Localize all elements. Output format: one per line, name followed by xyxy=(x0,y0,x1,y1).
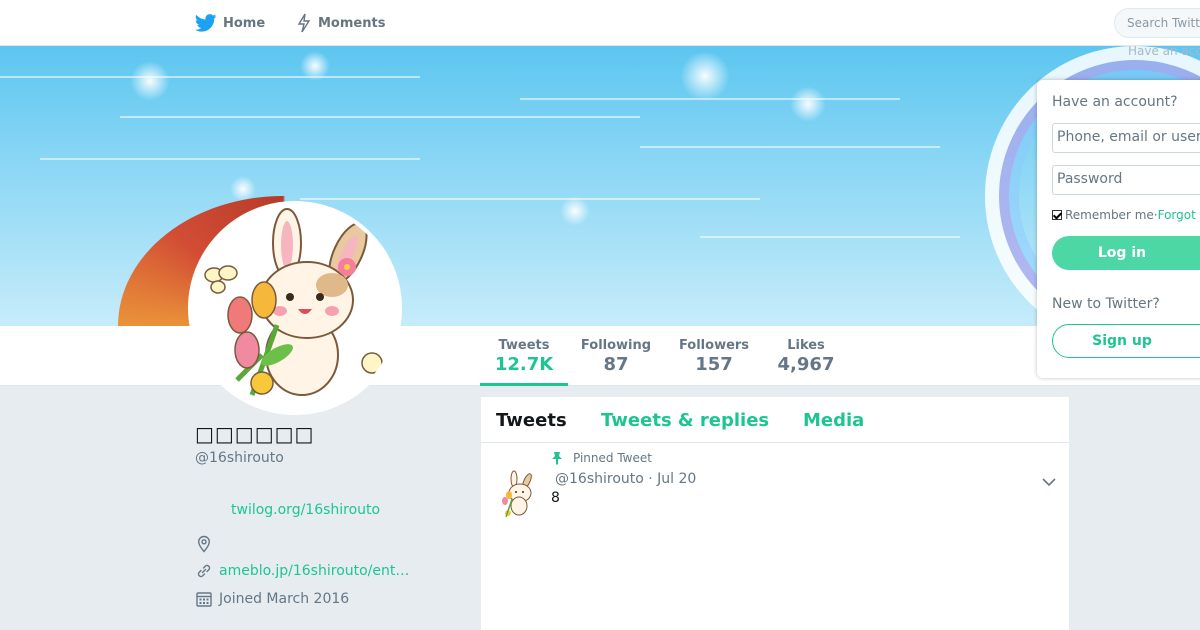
calendar-icon xyxy=(196,592,212,607)
login-dropdown: Have an account? Phone, email or user Pa… xyxy=(1037,80,1200,378)
stat-followers-value: 157 xyxy=(695,354,733,375)
forgot-password-link[interactable]: Forgot xyxy=(1158,208,1196,222)
profile-bio-link[interactable]: twilog.org/16shirouto xyxy=(231,502,380,518)
twitter-bird-icon xyxy=(195,14,217,32)
have-account-dropdown[interactable]: Have an acc xyxy=(1128,44,1200,58)
stat-followers[interactable]: Followers 157 xyxy=(674,326,754,386)
remember-me-checkbox[interactable] xyxy=(1052,210,1062,220)
stat-tweets-value: 12.7K xyxy=(494,354,554,375)
profile-website[interactable]: ameblo.jp/16shirouto/ent… xyxy=(195,562,409,580)
timeline-tabs: Tweets Tweets & replies Media xyxy=(481,397,1069,443)
profile-handle: @16shirouto xyxy=(195,450,284,466)
stat-following-value: 87 xyxy=(603,354,629,375)
tweet-meta[interactable]: @16shirouto · Jul 20 xyxy=(555,471,696,487)
nav-home-label: Home xyxy=(223,15,266,31)
profile-joined-text: Joined March 2016 xyxy=(219,591,350,607)
new-to-twitter-heading: New to Twitter? xyxy=(1052,296,1160,312)
stat-followers-label: Followers xyxy=(678,338,750,353)
stat-following-label: Following xyxy=(580,338,652,353)
chevron-down-icon xyxy=(1042,478,1056,487)
stat-following[interactable]: Following 87 xyxy=(576,326,656,386)
timeline: Tweets Tweets & replies Media Pinned Twe… xyxy=(481,397,1069,630)
profile-avatar[interactable] xyxy=(188,201,402,415)
tweet-menu-button[interactable] xyxy=(1041,472,1057,491)
pinned-tweet-label: Pinned Tweet xyxy=(551,451,652,465)
location-icon xyxy=(197,535,211,553)
username-field[interactable]: Phone, email or user xyxy=(1052,123,1200,153)
moments-bolt-icon xyxy=(297,13,311,33)
remember-me[interactable]: Remember me · Forgot xyxy=(1052,208,1196,222)
tab-tweets[interactable]: Tweets xyxy=(496,410,567,431)
stat-likes-value: 4,967 xyxy=(777,354,835,375)
profile-name: □□□□□□ xyxy=(195,422,315,446)
link-icon xyxy=(197,564,211,578)
login-button[interactable]: Log in xyxy=(1052,236,1200,270)
tab-tweets-replies[interactable]: Tweets & replies xyxy=(601,410,769,431)
profile-location xyxy=(195,535,219,553)
tab-media[interactable]: Media xyxy=(803,410,864,431)
signup-button[interactable]: Sign up xyxy=(1052,324,1200,358)
search-input[interactable]: Search Twitt xyxy=(1114,8,1200,38)
stat-likes[interactable]: Likes 4,967 xyxy=(772,326,840,386)
profile-banner xyxy=(0,46,1200,326)
top-navbar: Home Moments Search Twitt xyxy=(0,0,1200,46)
stat-tweets-label: Tweets xyxy=(498,338,550,353)
nav-moments[interactable]: Moments xyxy=(296,0,385,46)
remember-me-label: Remember me xyxy=(1065,208,1154,222)
profile-stats-bar: Tweets 12.7K Following 87 Followers 157 … xyxy=(0,326,1200,386)
nav-moments-label: Moments xyxy=(318,15,386,31)
tweet-text: 8 xyxy=(551,490,560,506)
pin-icon xyxy=(552,452,562,465)
stat-tweets[interactable]: Tweets 12.7K xyxy=(480,326,568,386)
login-heading: Have an account? xyxy=(1052,94,1178,110)
profile-joined: Joined March 2016 xyxy=(195,590,349,608)
password-field[interactable]: Password xyxy=(1052,165,1200,195)
stat-likes-label: Likes xyxy=(787,338,825,353)
profile-website-text[interactable]: ameblo.jp/16shirouto/ent… xyxy=(219,563,409,579)
nav-home[interactable]: Home xyxy=(195,0,265,46)
tweet-avatar[interactable] xyxy=(491,469,541,519)
pinned-tweet-text: Pinned Tweet xyxy=(573,451,652,465)
